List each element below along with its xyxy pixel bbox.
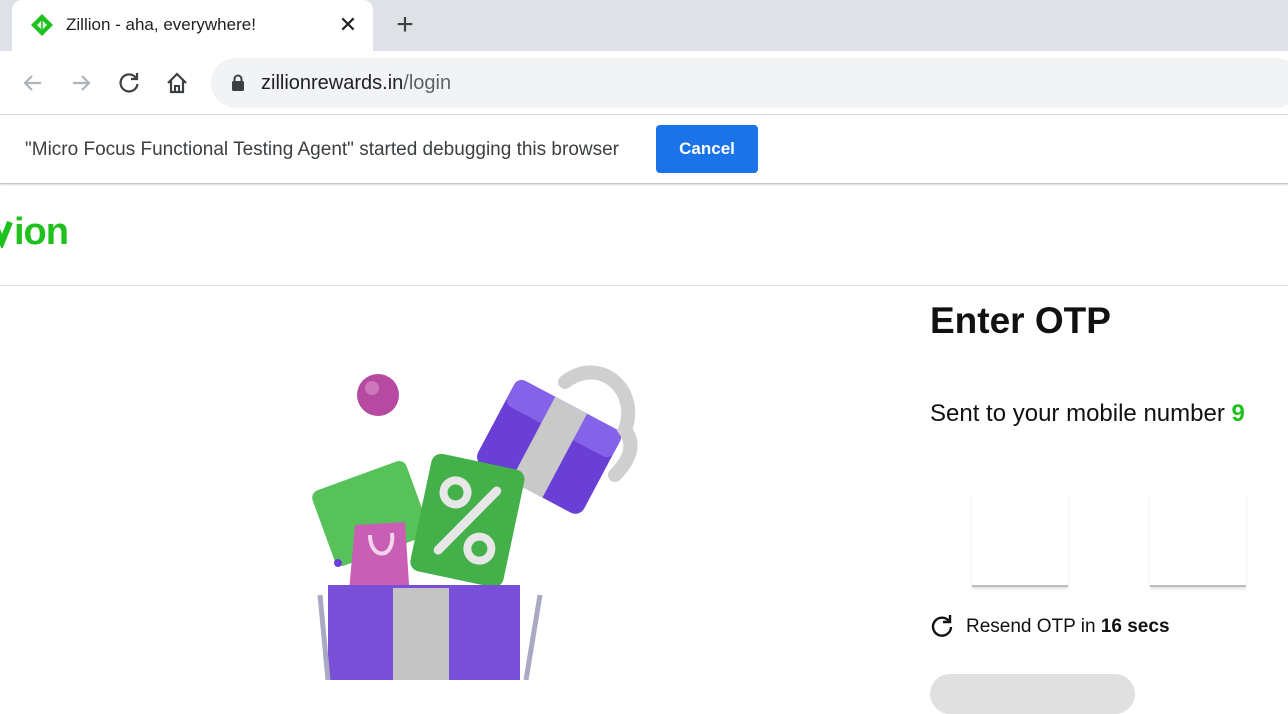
address-bar[interactable]: zillionrewards.in/login [211, 58, 1288, 108]
active-tab[interactable]: Zillion - aha, everywhere! ✕ [12, 0, 373, 51]
tab-close-icon[interactable]: ✕ [338, 14, 358, 36]
browser-toolbar: zillionrewards.in/login [0, 51, 1288, 115]
sent-to-label: Sent to your mobile number [930, 400, 1232, 427]
otp-digit-input-2[interactable] [1150, 495, 1246, 587]
logo-partial-glyph [0, 220, 13, 251]
logo-text: ion [14, 211, 69, 253]
submit-otp-button[interactable] [930, 674, 1135, 714]
tab-title: Zillion - aha, everywhere! [66, 15, 256, 34]
url-host: zillionrewards.in [261, 72, 404, 94]
infobar-message: "Micro Focus Functional Testing Agent" s… [25, 139, 620, 160]
tab-strip: Zillion - aha, everywhere! ✕ + [0, 0, 1288, 51]
zillion-logo[interactable]: ion [0, 211, 69, 254]
lock-icon[interactable] [231, 74, 245, 92]
debugging-infobar: "Micro Focus Functional Testing Agent" s… [0, 116, 1288, 184]
otp-digit-input-1[interactable] [972, 495, 1068, 587]
new-tab-button[interactable]: + [392, 10, 418, 40]
resend-otp-text: Resend OTP in 16 secs [966, 616, 1170, 638]
url-path: /login [403, 72, 452, 94]
sent-to-text: Sent to your mobile number 9 [930, 400, 1245, 428]
otp-title: Enter OTP [930, 300, 1111, 341]
zillion-favicon-icon [31, 14, 53, 36]
resend-icon[interactable] [930, 613, 954, 639]
resend-countdown: 16 secs [1100, 616, 1170, 637]
mobile-number: 9 [1231, 400, 1245, 427]
resend-prefix: Resend OTP in [966, 616, 1101, 637]
forward-icon[interactable] [67, 69, 95, 97]
gift-box-illustration [312, 365, 638, 680]
reload-icon[interactable] [115, 69, 143, 97]
url-text[interactable]: zillionrewards.in/login [261, 72, 451, 95]
back-icon[interactable] [19, 69, 47, 97]
home-icon[interactable] [163, 69, 191, 97]
site-header: ion [0, 185, 1288, 286]
cancel-button[interactable]: Cancel [656, 125, 758, 173]
